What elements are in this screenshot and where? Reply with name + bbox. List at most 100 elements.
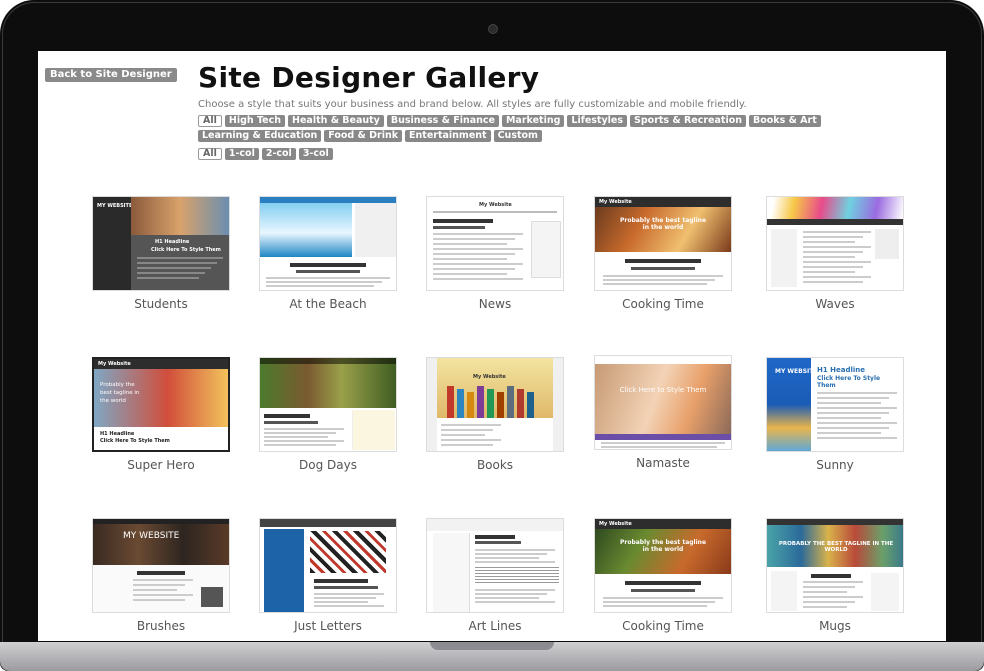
style-thumbnail[interactable]: PROBABLY THE BEST TAGLINE IN THE WORLD	[766, 518, 904, 613]
book-spine	[457, 389, 464, 418]
text-line	[266, 285, 374, 287]
gallery-card[interactable]: My Website News	[426, 196, 564, 311]
text-line	[803, 261, 871, 263]
text-line	[475, 601, 555, 603]
thumb-headline	[475, 535, 515, 539]
thumb-nav	[260, 519, 396, 527]
style-thumbnail[interactable]	[259, 196, 397, 291]
thumb-click-here	[433, 226, 485, 229]
text-line	[603, 279, 715, 281]
gallery-card[interactable]: Just Letters	[259, 518, 397, 633]
style-thumbnail[interactable]: My Website	[426, 196, 564, 291]
thumb-nav	[260, 358, 396, 364]
gallery-card[interactable]: PROBABLY THE BEST TAGLINE IN THE WORLD Mu…	[766, 518, 904, 633]
gallery-card[interactable]: Art Lines	[426, 518, 564, 633]
gallery-card[interactable]: MY WEBSITE Brushes	[92, 518, 230, 633]
gallery-card[interactable]: Click Here to Style Them Namaste	[594, 355, 732, 470]
thumb-click-here	[296, 270, 360, 273]
style-thumbnail[interactable]: My Website Probably the best tagline in t…	[594, 196, 732, 291]
text-line	[803, 281, 863, 283]
thumb-hero-image	[310, 531, 386, 573]
thumb-side-box	[871, 573, 899, 611]
gallery-card[interactable]: MY WEBSITE H1 Headline Click Here To Style…	[92, 196, 230, 311]
style-name[interactable]: Just Letters	[259, 619, 397, 633]
text-line	[817, 402, 881, 404]
gallery-card[interactable]: Waves	[766, 196, 904, 311]
thumb-headline	[625, 581, 701, 585]
text-line	[803, 581, 863, 583]
gallery-card[interactable]: Dog Days	[259, 357, 397, 472]
text-line	[133, 589, 177, 591]
thumb-tagline: Click Here to Style Them	[619, 386, 707, 394]
style-thumbnail[interactable]: MY WEBSITE H1 Headline Click Here To Style…	[766, 357, 904, 452]
text-line	[803, 606, 847, 608]
laptop-notch	[430, 642, 554, 650]
text-line	[133, 594, 193, 596]
thumb-sidebar	[531, 221, 561, 278]
thumb-sidebar	[771, 229, 797, 287]
text-line	[475, 589, 555, 591]
text-line	[137, 272, 205, 274]
text-line	[601, 446, 717, 448]
text-line	[433, 273, 507, 275]
style-name[interactable]: Namaste	[594, 456, 732, 470]
style-thumbnail[interactable]: My Website Probably the best tagline in t…	[92, 357, 230, 452]
text-line	[433, 268, 515, 270]
text-line	[475, 553, 547, 555]
book-spine	[477, 386, 484, 418]
text-line	[264, 428, 344, 430]
style-name[interactable]: At the Beach	[259, 297, 397, 311]
gallery-card[interactable]: At the Beach	[259, 196, 397, 311]
text-line	[433, 238, 515, 240]
gallery-card[interactable]: My Website Probably the best tagline in t…	[594, 518, 732, 633]
style-name[interactable]: Art Lines	[426, 619, 564, 633]
text-line	[475, 557, 539, 559]
style-name[interactable]: Super Hero	[92, 458, 230, 472]
style-name[interactable]: Sunny	[766, 458, 904, 472]
style-thumbnail[interactable]	[766, 196, 904, 291]
style-thumbnail[interactable]	[259, 357, 397, 452]
style-name[interactable]: Students	[92, 297, 230, 311]
style-name[interactable]: Cooking Time	[594, 297, 732, 311]
style-name[interactable]: Brushes	[92, 619, 230, 633]
text-line	[433, 258, 507, 260]
style-name[interactable]: Books	[426, 458, 564, 472]
style-name[interactable]: Cooking Time	[594, 619, 732, 633]
gallery-card[interactable]: My Website Books	[426, 357, 564, 472]
thumb-art-lines	[475, 567, 559, 583]
text-line	[603, 283, 707, 285]
style-thumbnail[interactable]: MY WEBSITE	[92, 518, 230, 613]
thumb-tagline: PROBABLY THE BEST TAGLINE IN THE WORLD	[778, 541, 894, 553]
book-spine	[517, 389, 524, 418]
gallery-card[interactable]: My Website Probably the best tagline in t…	[594, 196, 732, 311]
thumb-click-here: Click Here To Style Them	[100, 438, 170, 444]
thumb-side-box	[201, 587, 223, 607]
thumb-sidebar	[771, 571, 797, 611]
style-thumbnail[interactable]	[259, 518, 397, 613]
text-line	[133, 579, 193, 581]
style-name[interactable]: Waves	[766, 297, 904, 311]
text-line	[803, 586, 855, 588]
thumb-sidebar	[433, 533, 470, 612]
text-line	[433, 248, 523, 250]
thumb-nav	[767, 219, 903, 225]
text-line	[603, 601, 715, 603]
thumb-brand: My Website	[599, 199, 632, 205]
gallery-card[interactable]: MY WEBSITE H1 Headline Click Here To Style…	[766, 357, 904, 472]
style-name[interactable]: Mugs	[766, 619, 904, 633]
style-thumbnail[interactable]: MY WEBSITE H1 Headline Click Here To Style…	[92, 196, 230, 291]
style-thumbnail[interactable]: My Website Probably the best tagline in t…	[594, 518, 732, 613]
style-thumbnail[interactable]: My Website	[426, 357, 564, 452]
style-thumbnail[interactable]: Click Here to Style Them	[594, 355, 732, 450]
thumb-click-here	[314, 586, 378, 589]
style-name[interactable]: Dog Days	[259, 458, 397, 472]
thumb-brand: My Website	[479, 202, 512, 208]
thumb-brand: MY WEBSITE	[123, 531, 180, 541]
thumb-brand: My Website	[473, 374, 506, 380]
style-thumbnail[interactable]	[426, 518, 564, 613]
thumb-nav	[93, 519, 229, 524]
text-line	[817, 427, 889, 429]
style-name[interactable]: News	[426, 297, 564, 311]
gallery-card[interactable]: My Website Probably the best tagline in t…	[92, 357, 230, 472]
book-spine	[467, 392, 474, 418]
